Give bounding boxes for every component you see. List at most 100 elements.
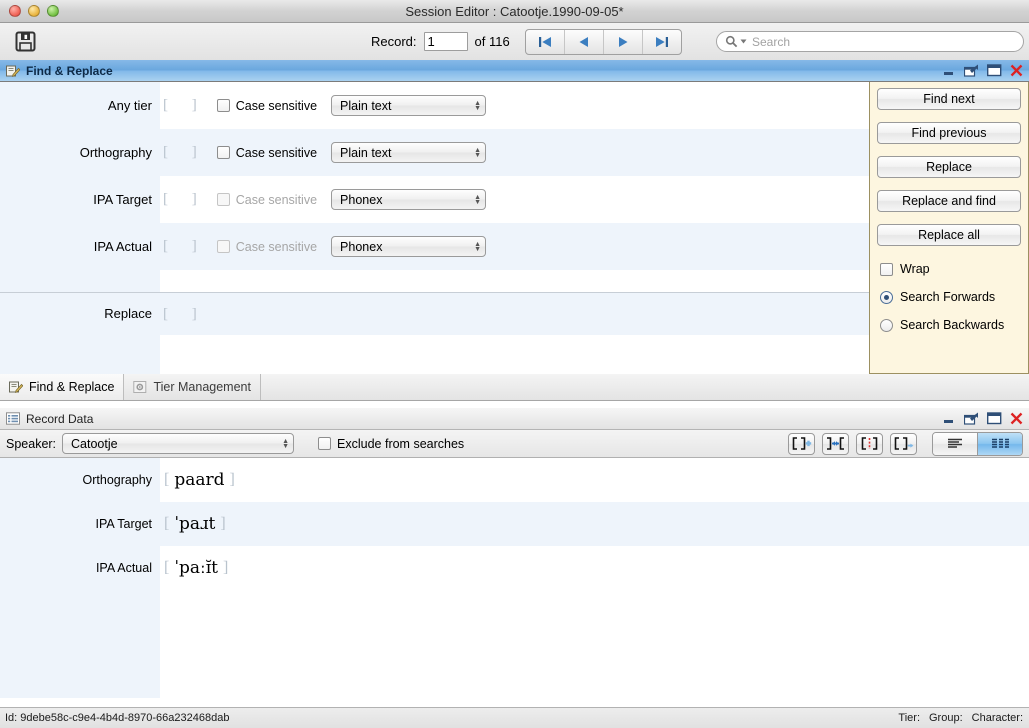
- search-placeholder: Search: [752, 34, 791, 49]
- record-label: Record:: [371, 34, 417, 49]
- find-replace-panel-title: Find & Replace: [26, 63, 113, 78]
- skip-to-start-icon: [538, 36, 551, 47]
- tier-label: Orthography: [0, 458, 160, 502]
- wrap-option[interactable]: Wrap: [877, 258, 1021, 280]
- remove-group-button[interactable]: [890, 432, 917, 455]
- wrap-checkbox[interactable]: [880, 262, 893, 276]
- tier-value-field-orthography[interactable]: [ paard ]: [160, 470, 1029, 490]
- maximize-icon[interactable]: [987, 64, 1002, 77]
- exclude-from-searches-label: Exclude from searches: [337, 436, 465, 451]
- find-field-ipa-target[interactable]: [ ]: [163, 191, 207, 208]
- search-type-combo-orthography[interactable]: Plain text ▲ ▼: [331, 142, 487, 163]
- stepper-arrows-icon: ▲ ▼: [474, 99, 482, 112]
- speaker-combo[interactable]: Catootje ▲ ▼: [62, 433, 295, 454]
- replace-and-find-button[interactable]: Replace and find: [877, 190, 1021, 212]
- stepper-arrows-icon: ▲ ▼: [282, 437, 290, 450]
- chevron-down-icon[interactable]: [740, 38, 747, 45]
- find-field-any-tier[interactable]: [ ]: [163, 97, 207, 114]
- search-field[interactable]: Search: [716, 31, 1024, 52]
- single-column-view-button[interactable]: [933, 432, 978, 455]
- merge-group-button[interactable]: [822, 432, 849, 455]
- search-type-value: Phonex: [340, 192, 383, 207]
- search-type-value: Plain text: [340, 145, 392, 160]
- record-id-label: Id: 9debe58c-c9e4-4b4d-8970-66a232468dab: [5, 712, 230, 724]
- tier-value: ˈpaɹt: [174, 514, 216, 534]
- maximize-icon[interactable]: [987, 412, 1002, 425]
- replace-row: Replace [ ]: [0, 293, 869, 335]
- case-sensitive-checkbox: [216, 193, 230, 206]
- tier-value-field-ipa-target[interactable]: [ ˈpaɹt ]: [160, 514, 1029, 534]
- last-record-button[interactable]: [643, 30, 681, 54]
- find-replace-actions-panel: Find next Find previous Replace Replace …: [869, 82, 1029, 374]
- search-backwards-label: Search Backwards: [900, 318, 1005, 332]
- next-record-button[interactable]: [604, 29, 643, 54]
- case-sensitive-checkbox[interactable]: [216, 146, 230, 159]
- brackets-merge-icon: [827, 437, 844, 450]
- case-sensitive-checkbox[interactable]: [216, 99, 230, 112]
- record-body-left-filler: [0, 590, 160, 698]
- case-sensitive-any-tier[interactable]: Case sensitive: [216, 99, 317, 113]
- stepper-arrows-icon: ▲ ▼: [474, 146, 482, 159]
- search-forwards-option[interactable]: Search Forwards: [877, 286, 1021, 308]
- search-type-combo-ipa-target[interactable]: Phonex ▲ ▼: [331, 189, 487, 210]
- record-data-titlebar: Record Data: [0, 408, 1029, 430]
- split-group-button[interactable]: [856, 432, 883, 455]
- columns-lines-icon: [992, 438, 1009, 448]
- replace-all-button[interactable]: Replace all: [877, 224, 1021, 246]
- find-replace-body: Any tier [ ] Case sensitive Plain text ▲…: [0, 82, 1029, 389]
- close-icon[interactable]: [1010, 64, 1023, 77]
- save-button[interactable]: [12, 29, 38, 55]
- bracket-plus-icon: [792, 437, 812, 450]
- tab-find-replace[interactable]: Find & Replace: [0, 374, 125, 400]
- minimize-icon[interactable]: [943, 65, 956, 77]
- window-titlebar: Session Editor : Catootje.1990-09-05*: [0, 0, 1029, 23]
- case-sensitive-label: Case sensitive: [235, 145, 318, 160]
- tier-value: ˈpaːɪ̆t: [174, 558, 219, 578]
- search-type-value: Phonex: [340, 239, 383, 254]
- tier-value-field-ipa-actual[interactable]: [ ˈpaːɪ̆t ]: [160, 558, 1029, 578]
- find-replace-icon: [9, 381, 23, 394]
- tier-status-label: Tier:: [898, 712, 920, 724]
- search-backwards-option[interactable]: Search Backwards: [877, 314, 1021, 336]
- case-sensitive-checkbox: [216, 240, 230, 253]
- close-bracket: ]: [223, 559, 229, 576]
- find-row-label: Orthography: [0, 129, 160, 176]
- record-total-label: of 116: [474, 34, 510, 49]
- add-group-button[interactable]: [788, 432, 815, 455]
- search-backwards-radio[interactable]: [880, 318, 893, 332]
- find-row-label: IPA Actual: [0, 223, 160, 270]
- search-type-combo-any-tier[interactable]: Plain text ▲ ▼: [331, 95, 487, 116]
- replace-field[interactable]: [ ]: [163, 306, 207, 323]
- float-icon[interactable]: [964, 412, 979, 425]
- record-nav-buttons: [524, 28, 682, 55]
- record-tier-row-ipa-actual: IPA Actual [ ˈpaːɪ̆t ]: [0, 546, 1029, 590]
- previous-record-button[interactable]: [565, 29, 604, 54]
- find-field-ipa-actual[interactable]: [ ]: [163, 238, 207, 255]
- stepper-arrows-icon: ▲ ▼: [474, 240, 482, 253]
- find-next-button[interactable]: Find next: [877, 88, 1021, 110]
- search-forwards-radio[interactable]: [880, 290, 893, 304]
- find-replace-icon: [6, 64, 20, 78]
- speaker-value: Catootje: [71, 436, 118, 451]
- character-status-label: Character:: [971, 712, 1023, 724]
- record-navigation-group: Record: of 116: [371, 28, 682, 55]
- search-type-combo-ipa-actual[interactable]: Phonex ▲ ▼: [331, 236, 487, 257]
- find-previous-button[interactable]: Find previous: [877, 122, 1021, 144]
- app-toolbar: Record: of 116: [0, 23, 1029, 61]
- replace-button[interactable]: Replace: [877, 156, 1021, 178]
- close-icon[interactable]: [1010, 412, 1023, 425]
- record-number-input[interactable]: [423, 32, 468, 51]
- multi-column-view-button[interactable]: [978, 432, 1022, 455]
- record-data-toolbar-buttons: [788, 431, 1023, 456]
- case-sensitive-orthography[interactable]: Case sensitive: [216, 145, 318, 160]
- float-icon[interactable]: [964, 64, 979, 77]
- exclude-from-searches-option[interactable]: Exclude from searches: [318, 437, 464, 451]
- first-record-button[interactable]: [526, 29, 565, 54]
- tier-value: paard: [174, 470, 225, 490]
- minimize-icon[interactable]: [943, 413, 956, 425]
- exclude-from-searches-checkbox[interactable]: [318, 437, 332, 450]
- tab-tier-management[interactable]: Tier Management: [124, 374, 261, 400]
- find-row-ipa-actual: IPA Actual [ ] Case sensitive Phonex ▲ ▼: [0, 223, 869, 270]
- find-field-orthography[interactable]: [ ]: [163, 144, 207, 161]
- search-type-value: Plain text: [340, 98, 392, 113]
